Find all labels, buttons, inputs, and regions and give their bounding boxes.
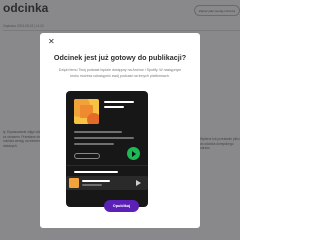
placeholder-line [74, 137, 134, 139]
mini-play-icon [136, 180, 141, 186]
close-icon[interactable]: ✕ [48, 38, 55, 46]
placeholder-line [82, 180, 110, 182]
placeholder-line [74, 131, 122, 133]
placeholder-line [82, 184, 102, 186]
mini-artwork [69, 178, 79, 188]
placeholder-line [104, 106, 124, 108]
mini-player [66, 176, 148, 190]
placeholder-line [74, 143, 114, 145]
modal-title: Odcinek jest już gotowy do publikacji? [53, 53, 187, 62]
placeholder-line [104, 101, 134, 103]
modal-description: Dzięki temu Twój podcast będzie dostępny… [58, 68, 182, 78]
placeholder-line [74, 171, 118, 173]
publish-button[interactable]: Opublikuj [104, 200, 139, 212]
follow-pill [74, 153, 100, 159]
publish-modal: ✕ Odcinek jest już gotowy do publikacji?… [40, 33, 200, 228]
phone-divider [66, 165, 148, 166]
podcast-artwork [74, 99, 99, 124]
play-icon [127, 147, 140, 160]
